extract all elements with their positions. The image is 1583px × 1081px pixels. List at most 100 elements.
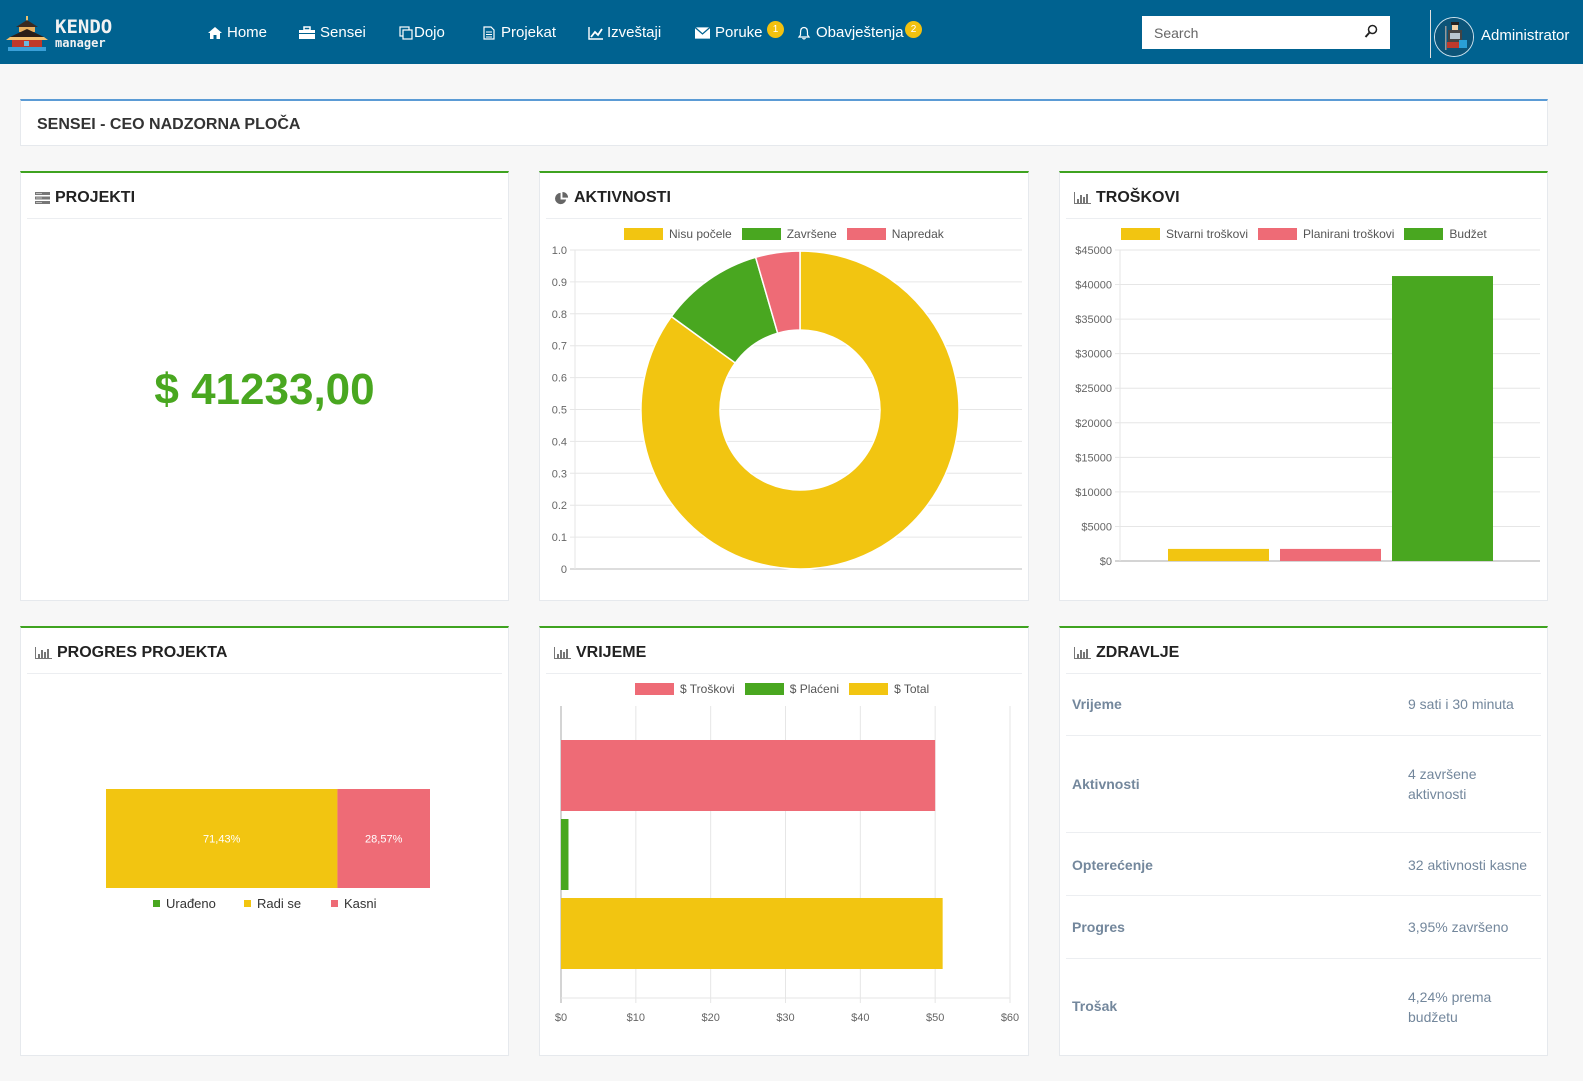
health-row-trosak: Trošak 4,24% prema budžetu [1066,959,1541,1056]
y-tick-label: 0.6 [552,373,567,385]
health-value: 4 završene aktivnosti [1408,766,1477,802]
y-tick-label: 0.7 [552,341,567,353]
top-navbar: KENDO manager Home Sensei Dojo Projekat … [0,0,1583,64]
bar-total [561,898,943,969]
y-tick-label: 0 [561,564,567,576]
panel-vrijeme: VRIJEME $ Troškovi $ Plaćeni $ Total $0 $… [539,626,1029,1056]
nav-dojo-label: Dojo [414,24,445,41]
messages-badge: 1 [767,21,784,38]
nav-projekat[interactable]: Projekat [482,24,556,41]
panel-zdravlje: ZDRAVLJE Vrijeme 9 sati i 30 minuta Akti… [1059,626,1548,1056]
health-value: 32 aktivnosti kasne [1408,857,1528,873]
search-input[interactable] [1142,16,1352,49]
nav-home-label: Home [227,24,268,41]
nav-izvestaji-label: Izveštaji [607,24,662,41]
envelope-icon [695,26,710,39]
y-tick-label: 0.2 [552,500,567,512]
vrijeme-horizontal-bar-chart: $0 $10 $20 $30 $40 $50 $60 [555,706,1019,1024]
progress-segment-label: 71,43% [203,834,241,846]
y-tick-label: $45000 [1075,245,1112,257]
health-value: 4,24% prema budžetu [1408,989,1492,1025]
server-icon [35,192,50,204]
logo-text: KENDO [55,16,113,38]
panel-progres: PROGRES PROJEKTA 71,43% 28,57% Urađeno Radi… [20,626,509,1056]
panel-header: ZDRAVLJE [1066,628,1541,674]
health-label: Trošak [1072,998,1118,1014]
bar-budžet [1392,276,1493,561]
copy-icon [399,25,413,40]
y-tick-label: 0.9 [552,277,567,289]
bar-plaćeni [561,819,569,890]
samurai-avatar-icon [1435,18,1473,56]
bar-stvarni-troškovi [1168,548,1269,561]
bell-icon [797,26,811,40]
nav-poruke[interactable]: Poruke [695,24,763,41]
legend-label: Urađeno [166,896,216,911]
navbar-divider [1430,10,1431,58]
panel-title: ZDRAVLJE [1074,644,1179,662]
panel-header: PROJEKTI [27,173,502,219]
line-chart-icon [588,26,603,40]
search-box [1142,16,1390,49]
health-row-aktivnosti: Aktivnosti 4 završene aktivnosti [1066,736,1541,833]
nav-obavjestenja-label: Obavještenja [816,24,904,41]
y-tick-label: 1.0 [552,245,567,257]
user-name[interactable]: Administrator [1481,27,1569,44]
nav-poruke-label: Poruke [715,24,763,41]
progres-stacked-bar: 71,43% 28,57% Urađeno Radi se Kasni [106,789,430,911]
y-tick-label: $35000 [1075,314,1112,326]
health-value: 3,95% završeno [1408,919,1509,935]
bar-troškovi [561,740,936,811]
health-row-progres: Progres 3,95% završeno [1066,896,1541,959]
y-tick-label: $20000 [1075,418,1112,430]
panel-troskovi: TROŠKOVI Stvarni troškovi Planirani troš… [1059,171,1548,601]
nav-sensei[interactable]: Sensei [299,24,366,41]
health-value: 9 sati i 30 minuta [1408,696,1514,712]
logo-subtext: manager [55,36,106,50]
panel-title-text: PROJEKTI [55,189,136,206]
health-row-opterecenje: Opterećenje 32 aktivnosti kasne [1066,833,1541,896]
legend-swatch [244,900,251,907]
health-row-vrijeme: Vrijeme 9 sati i 30 minuta [1066,674,1541,736]
nav-obavjestenja[interactable]: Obavještenja [797,24,904,41]
nav-sensei-label: Sensei [320,24,366,41]
panel-projekti: PROJEKTI $ 41233,00 [20,171,509,601]
x-tick-label: $0 [555,1012,567,1024]
kendo-manager-logo[interactable]: KENDO manager [6,14,118,54]
y-tick-label: $30000 [1075,349,1112,361]
y-tick-label: $0 [1100,556,1112,568]
panel-title: PROJEKTI [35,189,135,207]
y-tick-label: $15000 [1075,452,1112,464]
legend-label: Kasni [344,896,377,911]
aktivnosti-doughnut-chart: 0 0.1 0.2 0.3 0.4 0.5 0.6 0.7 0.8 0.9 1.0 [552,245,1022,576]
y-tick-label: $40000 [1075,280,1112,292]
health-label: Aktivnosti [1072,776,1140,792]
y-tick-label: 0.1 [552,532,567,544]
briefcase-icon [299,25,315,39]
nav-izvestaji[interactable]: Izveštaji [588,24,661,41]
x-tick-label: $10 [627,1012,645,1024]
legend-label: Radi se [257,896,301,911]
nav-projekat-label: Projekat [501,24,557,41]
legend-swatch [331,900,338,907]
x-tick-label: $20 [701,1012,719,1024]
troskovi-bar-chart: $0 $5000 $10000 $15000 $20000 $25000 $30000 $35… [1075,245,1540,568]
document-icon [483,25,495,40]
x-tick-label: $40 [851,1012,869,1024]
y-tick-label: $25000 [1075,383,1112,395]
nav-home[interactable]: Home [208,24,267,41]
pagoda-icon [6,16,48,51]
y-tick-label: 0.3 [552,468,567,480]
user-avatar[interactable] [1434,17,1474,57]
y-tick-label: $5000 [1081,521,1112,533]
search-icon[interactable] [1364,24,1378,40]
page-header: SENSEI - CEO NADZORNA PLOČA [20,99,1548,146]
notifications-badge: 2 [905,21,922,38]
x-tick-label: $60 [1001,1012,1019,1024]
health-label: Vrijeme [1072,696,1122,712]
bar-chart-icon [1074,647,1091,659]
health-label: Opterećenje [1072,857,1153,873]
nav-dojo[interactable]: Dojo [399,24,445,41]
y-tick-label: 0.5 [552,405,567,417]
panel-title-text: ZDRAVLJE [1096,644,1180,661]
